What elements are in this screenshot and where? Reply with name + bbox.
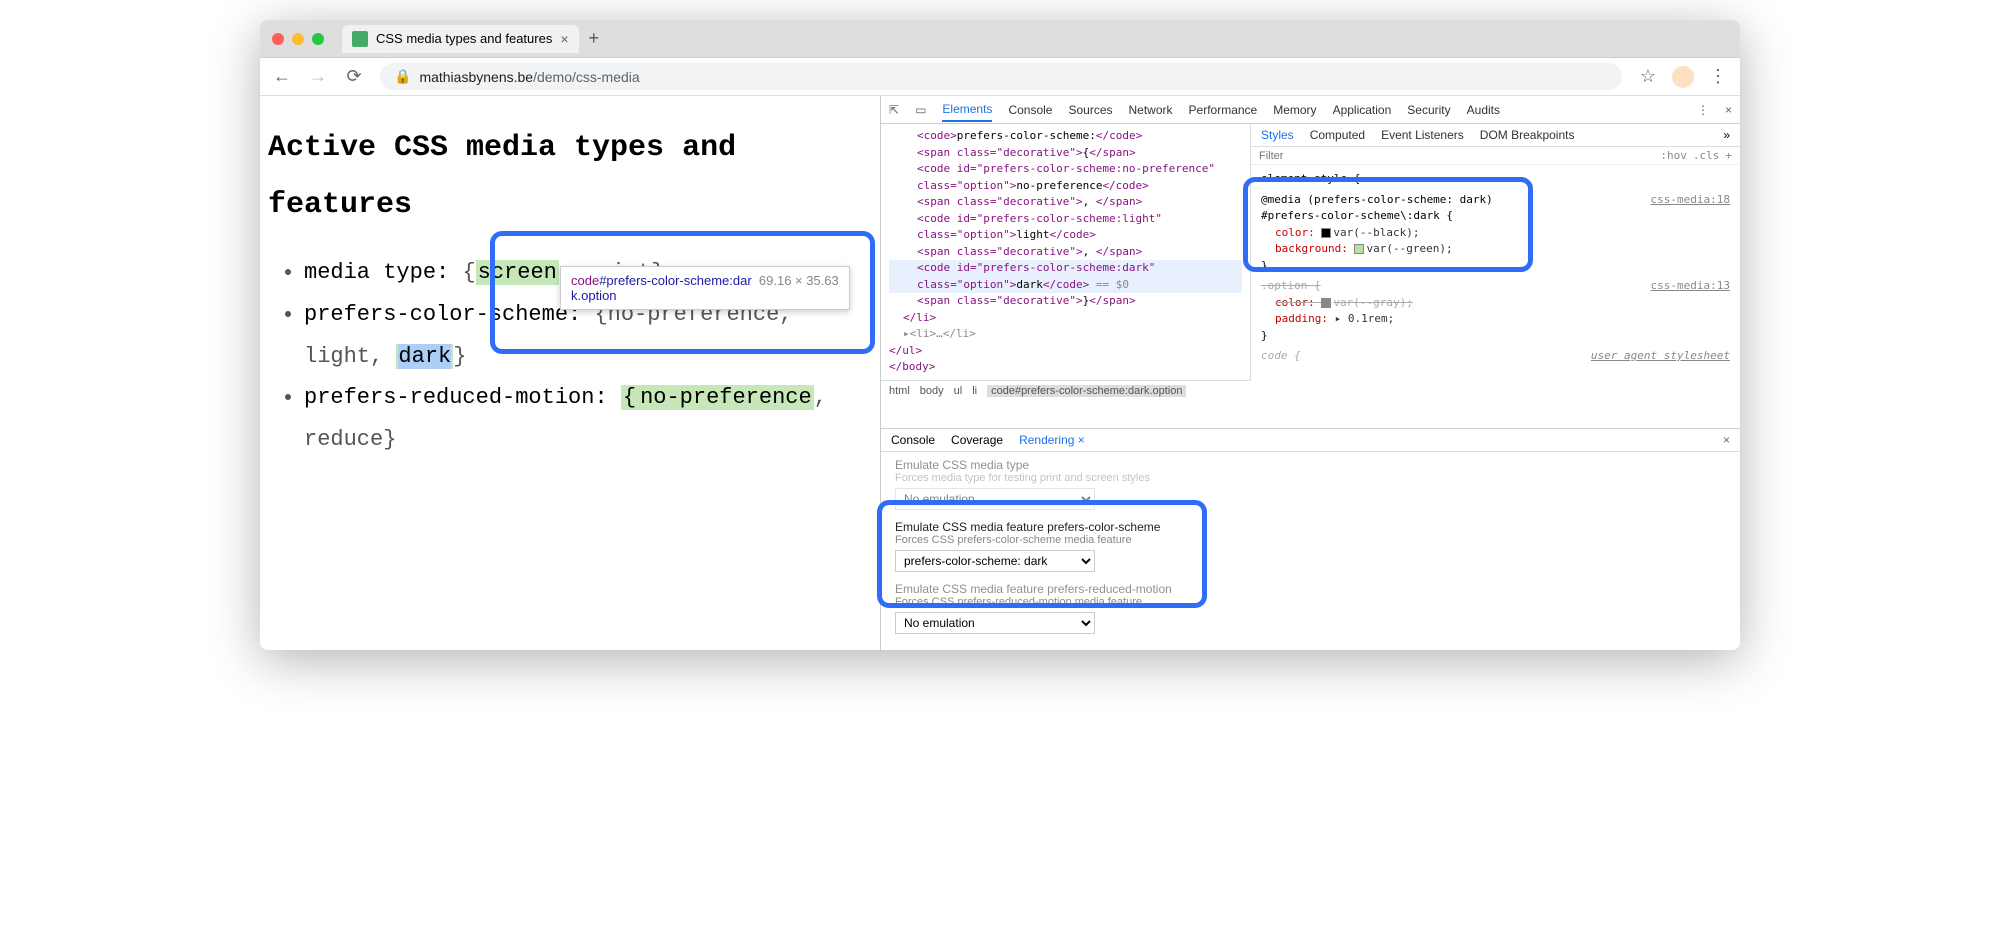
- url-domain: mathiasbynens.be: [419, 69, 533, 85]
- new-tab-button[interactable]: +: [589, 28, 600, 49]
- browser-tab[interactable]: CSS media types and features ×: [342, 25, 579, 53]
- profile-avatar[interactable]: [1672, 66, 1694, 88]
- dom-tree[interactable]: <code>prefers-color-scheme:</code> <span…: [881, 124, 1251, 380]
- tab-performance[interactable]: Performance: [1189, 103, 1258, 117]
- minimize-window-icon[interactable]: [292, 33, 304, 45]
- inspect-icon[interactable]: ⇱: [889, 103, 899, 117]
- menu-icon[interactable]: ⋮: [1708, 66, 1728, 87]
- browser-window: CSS media types and features × + ← → ⟳ 🔒…: [260, 20, 1740, 650]
- address-bar[interactable]: 🔒 mathiasbynens.be/demo/css-media: [380, 63, 1622, 90]
- maximize-window-icon[interactable]: [312, 33, 324, 45]
- tab-network[interactable]: Network: [1129, 103, 1173, 117]
- window-controls: [272, 33, 324, 45]
- css-rule-ua[interactable]: user agent stylesheet code {: [1261, 348, 1730, 365]
- forward-icon[interactable]: →: [308, 66, 328, 87]
- emulate-prm-section: Emulate CSS media feature prefers-reduce…: [895, 582, 1726, 634]
- css-rule-option[interactable]: css-media:13 .option { color: var(--gray…: [1261, 278, 1730, 344]
- drawer-tab-console[interactable]: Console: [891, 433, 935, 447]
- emulate-pcs-section: Emulate CSS media feature prefers-color-…: [895, 520, 1726, 572]
- styles-tab-listeners[interactable]: Event Listeners: [1381, 128, 1464, 142]
- element-style-rule[interactable]: element.style {: [1261, 171, 1730, 188]
- reload-icon[interactable]: ⟳: [344, 66, 364, 87]
- css-rule-media[interactable]: css-media:18 @media (prefers-color-schem…: [1261, 192, 1730, 275]
- styles-tab-computed[interactable]: Computed: [1310, 128, 1365, 142]
- favicon-icon: [352, 31, 368, 47]
- pcs-select[interactable]: prefers-color-scheme: dark: [895, 550, 1095, 572]
- url-path: /demo/css-media: [533, 69, 640, 85]
- close-tab-icon[interactable]: ×: [560, 31, 568, 47]
- highlighted-dark-value: dark: [398, 344, 451, 369]
- prm-select[interactable]: No emulation: [895, 612, 1095, 634]
- devtools-close-icon[interactable]: ×: [1725, 103, 1732, 117]
- drawer-tab-rendering[interactable]: Rendering ×: [1019, 433, 1085, 447]
- star-icon[interactable]: ☆: [1638, 66, 1658, 87]
- close-icon[interactable]: ×: [1078, 433, 1085, 447]
- tab-memory[interactable]: Memory: [1273, 103, 1316, 117]
- breadcrumb[interactable]: html body ul li code#prefers-color-schem…: [881, 380, 1251, 401]
- drawer-close-icon[interactable]: ×: [1723, 433, 1730, 447]
- styles-tab-styles[interactable]: Styles: [1261, 128, 1294, 142]
- hov-toggle[interactable]: :hov: [1660, 149, 1687, 162]
- emulate-media-type-section: Emulate CSS media type Forces media type…: [895, 458, 1726, 510]
- tab-title: CSS media types and features: [376, 31, 552, 46]
- device-icon[interactable]: ▭: [915, 103, 926, 117]
- browser-toolbar: ← → ⟳ 🔒 mathiasbynens.be/demo/css-media …: [260, 58, 1740, 96]
- tab-application[interactable]: Application: [1333, 103, 1392, 117]
- devtools-drawer: Console Coverage Rendering × × Emulate C…: [881, 428, 1740, 650]
- element-tooltip: code#prefers-color-scheme:dar 69.16 × 35…: [560, 266, 850, 310]
- tab-elements[interactable]: Elements: [942, 102, 992, 122]
- tab-security[interactable]: Security: [1407, 103, 1450, 117]
- page-title: Active CSS media types and features: [268, 120, 872, 234]
- lock-icon: 🔒: [394, 68, 411, 85]
- tab-console[interactable]: Console: [1008, 103, 1052, 117]
- devtools-panel: ⇱ ▭ Elements Console Sources Network Per…: [880, 96, 1740, 650]
- drawer-tab-coverage[interactable]: Coverage: [951, 433, 1003, 447]
- devtools-menu-icon[interactable]: ⋮: [1697, 103, 1709, 117]
- list-item: prefers-reduced-motion: {no-preference, …: [304, 377, 872, 461]
- titlebar: CSS media types and features × +: [260, 20, 1740, 58]
- styles-panel: Styles Computed Event Listeners DOM Brea…: [1251, 124, 1740, 428]
- media-type-select[interactable]: No emulation: [895, 488, 1095, 510]
- cls-toggle[interactable]: .cls: [1693, 149, 1720, 162]
- tab-audits[interactable]: Audits: [1467, 103, 1500, 117]
- add-rule-icon[interactable]: +: [1725, 149, 1732, 162]
- styles-tab-dombp[interactable]: DOM Breakpoints: [1480, 128, 1575, 142]
- close-window-icon[interactable]: [272, 33, 284, 45]
- devtools-tabs: ⇱ ▭ Elements Console Sources Network Per…: [881, 96, 1740, 124]
- page-content: Active CSS media types and features medi…: [260, 96, 880, 650]
- back-icon[interactable]: ←: [272, 66, 292, 87]
- more-tabs-icon[interactable]: »: [1723, 128, 1730, 142]
- styles-filter-input[interactable]: [1259, 150, 1654, 162]
- tab-sources[interactable]: Sources: [1068, 103, 1112, 117]
- selected-dom-node[interactable]: <code id="prefers-color-scheme:dark" cla…: [889, 260, 1242, 293]
